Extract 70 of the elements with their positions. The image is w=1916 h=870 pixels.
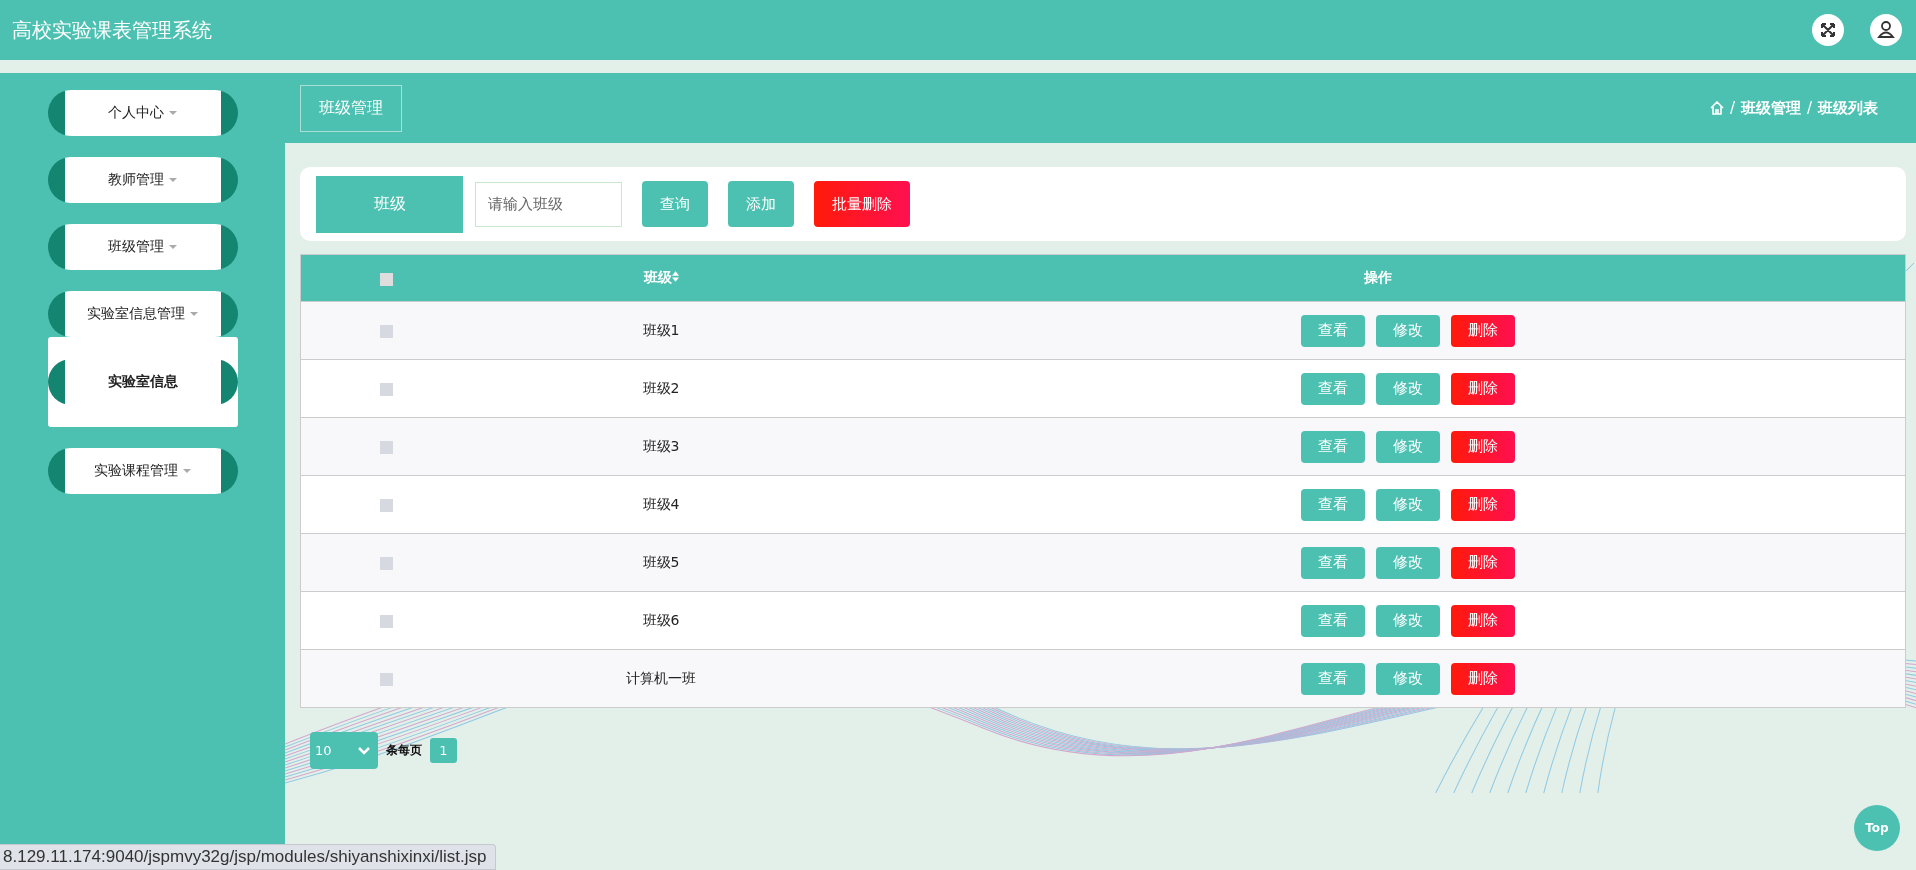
menu-item[interactable]: 实验室信息管理	[47, 291, 238, 337]
breadcrumb-item[interactable]: 班级管理	[1740, 98, 1801, 118]
checkbox[interactable]	[379, 383, 393, 396]
checkbox[interactable]	[379, 325, 393, 338]
delete-button[interactable]: 批量删除	[814, 181, 910, 227]
delete-button[interactable]: 删除	[1451, 430, 1515, 463]
checkbox[interactable]	[379, 272, 393, 286]
action-button[interactable]: 修改	[1376, 372, 1440, 405]
page-button[interactable]: 1	[430, 738, 457, 763]
search-label: 班级	[316, 175, 463, 233]
table-cell: 班级6	[642, 611, 680, 628]
app-title: 高校实验课表管理系统	[12, 16, 212, 44]
checkbox[interactable]	[379, 557, 393, 570]
caret-icon	[169, 111, 177, 115]
delete-button[interactable]: 删除	[1451, 372, 1515, 405]
table-cell: 班级4	[642, 495, 680, 512]
action-button[interactable]: 查看	[1301, 604, 1365, 637]
delete-button[interactable]: 删除	[1451, 488, 1515, 521]
action-button[interactable]: 查看	[1301, 546, 1365, 579]
checkbox[interactable]	[379, 615, 393, 628]
table-cell: 班级5	[642, 553, 680, 570]
action-button[interactable]: 添加	[728, 181, 794, 227]
table-cell: 班级2	[642, 379, 680, 396]
action-button[interactable]: 修改	[1376, 604, 1440, 637]
search-field[interactable]: 请输入班级	[475, 181, 622, 227]
breadcrumb-separator: /	[1729, 99, 1735, 117]
action-button[interactable]: 查看	[1301, 430, 1365, 463]
delete-button[interactable]: 删除	[1451, 546, 1515, 579]
back-to-top-button[interactable]: Top	[1854, 805, 1900, 851]
caret-icon	[190, 312, 198, 316]
checkbox[interactable]	[379, 673, 393, 686]
action-button[interactable]: 查看	[1301, 662, 1365, 695]
table-cell: 计算机一班	[626, 669, 696, 686]
column-header: 操作	[1364, 269, 1392, 285]
page-size-label: 条每页	[386, 742, 422, 759]
delete-button[interactable]: 删除	[1451, 314, 1515, 347]
action-button[interactable]: 修改	[1376, 314, 1440, 347]
fullscreen-icon[interactable]	[1812, 14, 1844, 46]
page-title: 班级管理	[300, 84, 402, 132]
action-button[interactable]: 查看	[1301, 488, 1365, 521]
action-button[interactable]: 修改	[1376, 662, 1440, 695]
page-size-select[interactable]: 10	[310, 732, 378, 769]
delete-button[interactable]: 删除	[1451, 662, 1515, 695]
action-button[interactable]: 修改	[1376, 430, 1440, 463]
home-icon[interactable]	[1709, 101, 1724, 115]
caret-icon	[169, 245, 177, 249]
table-cell: 班级3	[642, 437, 680, 454]
user-icon[interactable]	[1870, 14, 1902, 46]
action-button[interactable]: 查看	[1301, 314, 1365, 347]
action-button[interactable]: 查询	[642, 181, 708, 227]
menu-item[interactable]: 实验课程管理	[47, 448, 238, 494]
table-cell: 班级1	[642, 321, 680, 338]
breadcrumb-item[interactable]: 班级列表	[1818, 98, 1878, 118]
column-header[interactable]: 班级	[643, 269, 672, 285]
breadcrumb-separator: /	[1806, 99, 1812, 117]
checkbox[interactable]	[379, 499, 393, 512]
chevron-icon	[358, 746, 370, 755]
delete-button[interactable]: 删除	[1451, 604, 1515, 637]
menu-item[interactable]: 班级管理	[47, 224, 238, 270]
submenu-item[interactable]: 实验室信息	[47, 359, 238, 405]
sort-icon[interactable]	[671, 271, 679, 282]
menu-item[interactable]: 个人中心	[47, 90, 238, 136]
checkbox[interactable]	[379, 441, 393, 454]
menu-item[interactable]: 教师管理	[47, 157, 238, 203]
caret-icon	[169, 178, 177, 182]
action-button[interactable]: 修改	[1376, 546, 1440, 579]
caret-icon	[183, 469, 191, 473]
action-button[interactable]: 查看	[1301, 372, 1365, 405]
action-button[interactable]: 修改	[1376, 488, 1440, 521]
status-bar-url: 8.129.11.174:9040/jspmvy32g/jsp/modules/shiyanshixinxi/list.jsp	[0, 844, 496, 870]
